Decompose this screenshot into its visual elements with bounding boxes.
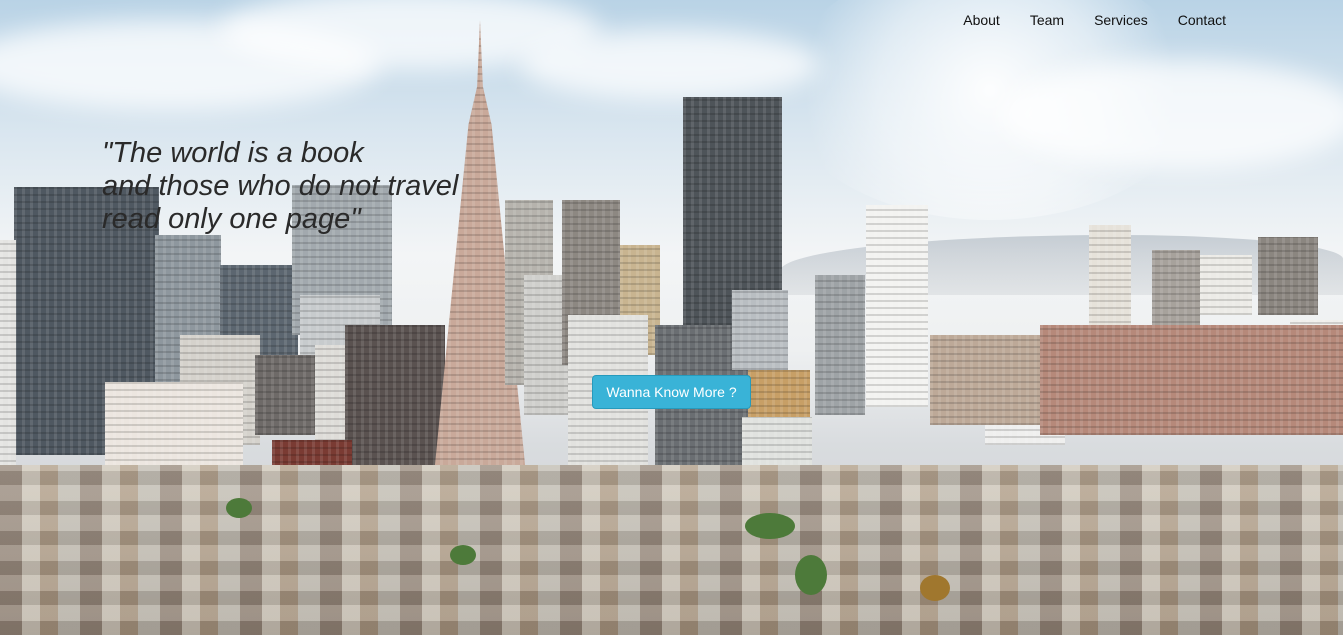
nav-link-services[interactable]: Services [1094,12,1148,28]
hero-background-image [0,0,1343,635]
quote-line: and those who do not travel [102,170,459,202]
skyscraper [255,355,317,435]
cloud [520,30,820,100]
skyscraper [0,240,16,490]
skyscraper [1200,255,1252,315]
skyscraper [732,290,788,370]
quote-line: "The world is a book [102,137,364,169]
nav-link-about[interactable]: About [963,12,1000,28]
skyscraper [815,275,865,415]
tree [920,575,950,601]
skyscraper [930,335,1040,425]
tree [226,498,252,518]
skyscraper [1258,237,1318,315]
skyscraper [1152,250,1200,330]
main-navigation: About Team Services Contact [963,0,1343,40]
city-foreground [0,465,1343,635]
tree [745,513,795,539]
skyscraper [866,205,928,407]
tree [450,545,476,565]
wanna-know-more-button[interactable]: Wanna Know More ? [592,375,751,409]
cloud [1000,60,1343,170]
hero-quote: "The world is a book and those who do no… [102,137,458,236]
tree [795,555,827,595]
skyscraper [1089,225,1131,330]
nav-link-team[interactable]: Team [1030,12,1064,28]
quote-line: read only one page" [102,203,361,235]
skyscraper [1040,325,1343,435]
nav-link-contact[interactable]: Contact [1178,12,1226,28]
